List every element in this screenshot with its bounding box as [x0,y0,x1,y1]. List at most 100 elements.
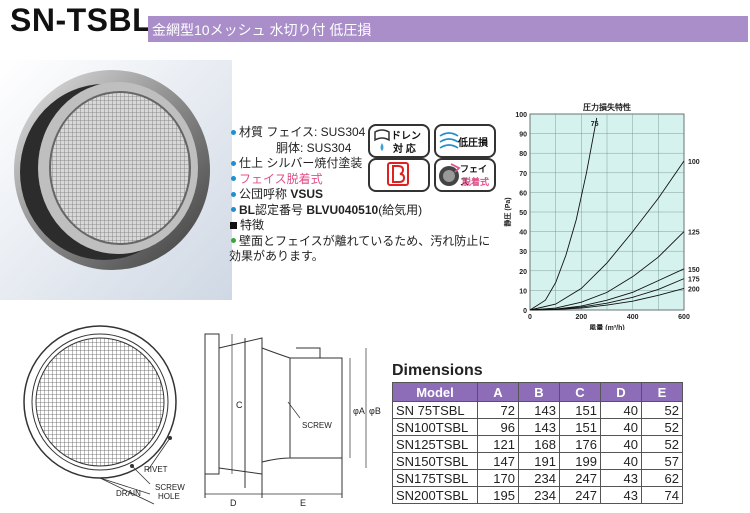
airflow-icon [439,132,459,149]
drain-badge: ドレン 対 応 [368,124,430,158]
value-cell: 176 [559,435,601,453]
value-cell: 43 [600,469,642,487]
value-cell: 247 [559,469,601,487]
value-cell: 168 [518,435,560,453]
model-cell: SN125TSBL [392,435,478,453]
chart-x-tick-label: 0 [528,314,532,321]
table-header-cell: D [600,382,642,402]
spec-text: 材質 フェイス: SUS304 [239,125,366,139]
value-cell: 170 [477,469,519,487]
model-cell: SN175TSBL [392,469,478,487]
chart-y-axis-label: 静圧 (Pa) [503,197,512,226]
bullet-icon [231,160,236,166]
table-header-cell: C [559,382,601,402]
bullet-icon [231,191,236,197]
chart-x-tick-label: 400 [627,314,639,321]
value-cell: 195 [477,486,519,504]
chart-y-tick-label: 10 [519,288,527,295]
square-bullet-icon [230,221,237,229]
spec-text: 特徴 [240,218,265,232]
bullet-icon [231,129,236,135]
chart-title: 圧力損失特性 [583,102,631,112]
value-cell: 191 [518,452,560,470]
spec-bl: BL認定番号 BLVU040510(給気用) [229,203,509,219]
table-header-row: Model A B C D E [392,382,683,402]
title-bar: 金網型10メッシュ 水切り付 低圧損 [148,16,748,42]
model-cell: SN 75TSBL [392,401,478,419]
front-view [23,325,177,505]
chart-series-label: 200 [688,286,700,293]
value-cell: 40 [600,418,642,436]
chart-series-label: 175 [688,277,700,284]
chart-y-tick-label: 80 [519,151,527,158]
bullet-icon [231,207,236,213]
value-cell: 40 [600,435,642,453]
model-cell: SN100TSBL [392,418,478,436]
dim-c-label: C [236,400,243,410]
spec-value: VSUS [290,187,324,201]
badge-text: 低圧損 [458,138,488,149]
table-row: SN 75TSBL 72 143 151 40 52 [392,401,683,419]
table-row: SN100TSBL 96 143 151 40 52 [392,418,683,436]
model-title: SN-TSBL [10,2,153,38]
chart-y-tick-label: 100 [515,112,527,119]
value-cell: 143 [518,418,560,436]
dimensions-title: Dimensions [392,362,483,379]
spec-text: (給気用) [378,202,423,217]
badge-text: 脱着式 [462,177,490,187]
bullet-icon [231,238,236,244]
value-cell: 74 [641,486,683,504]
face-removable-badge: フェイス 脱着式 [434,158,496,192]
spec-text: フェイス脱着式 [239,171,323,186]
table-header-cell: A [477,382,519,402]
dim-a-label: φA [353,406,365,416]
pressure-loss-chart: 0 10 20 30 40 50 60 70 80 90 100 0 200 400 600 圧力損失特性風量… [503,102,700,330]
chart-y-tick-label: 90 [519,132,527,139]
value-cell: 234 [518,486,560,504]
screw-hole-label-1: SCREW [155,483,185,492]
chart-y-tick-label: 30 [519,249,527,256]
screw-hole-label-2: HOLE [158,492,180,501]
value-cell: 40 [600,452,642,470]
technical-drawing: RIVET DRAIN SCREW HOLE C φA φB D E SCREW [23,325,381,508]
low-loss-badge: 低圧損 [434,124,496,158]
value-cell: 199 [559,452,601,470]
value-cell: 96 [477,418,519,436]
value-cell: 72 [477,401,519,419]
product-subtitle: 金網型10メッシュ 水切り付 低圧損 [152,22,372,38]
spec-text: 胴体: SUS304 [276,140,352,155]
chart-x-axis-label: 風量 (m³/h) [588,323,624,330]
screw-label: SCREW [302,421,332,430]
spec-text: 公団呼称 [239,187,288,201]
model-cell: SN200TSBL [392,486,478,504]
badge-text: 対 応 [393,144,416,155]
dim-e-label: E [300,498,306,508]
value-cell: 121 [477,435,519,453]
product-photo [0,60,232,300]
side-view [204,333,343,498]
chart-y-tick-label: 0 [523,308,527,315]
value-cell: 52 [641,401,683,419]
drain-icon [374,129,390,151]
value-cell: 247 [559,486,601,504]
chart-y-tick-label: 70 [519,171,527,178]
chart-y-tick-label: 40 [519,230,527,237]
drain-label: DRAIN [116,489,141,498]
value-cell: 151 [559,401,601,419]
bl-badge: B [368,158,430,192]
table-header-cell: E [641,382,683,402]
value-cell: 62 [641,469,683,487]
value-cell: 234 [518,469,560,487]
face-icon [439,163,461,186]
dim-d-label: D [230,498,237,508]
table-row: SN125TSBL 121 168 176 40 52 [392,435,683,453]
chart-series-label: 75 [591,121,599,128]
rivet-label: RIVET [144,465,168,474]
chart-series-label: 150 [688,267,700,274]
dim-b-label: φB [369,406,381,416]
table-row: SN175TSBL 170 234 247 43 62 [392,469,683,487]
table-row: SN200TSBL 195 234 247 43 74 [392,486,683,504]
dimensions-table: Model A B C D E SN 75TSBL 72 143 151 40 52 SN1… [392,382,683,504]
table-header-cell: B [518,382,560,402]
chart-y-tick-label: 20 [519,269,527,276]
